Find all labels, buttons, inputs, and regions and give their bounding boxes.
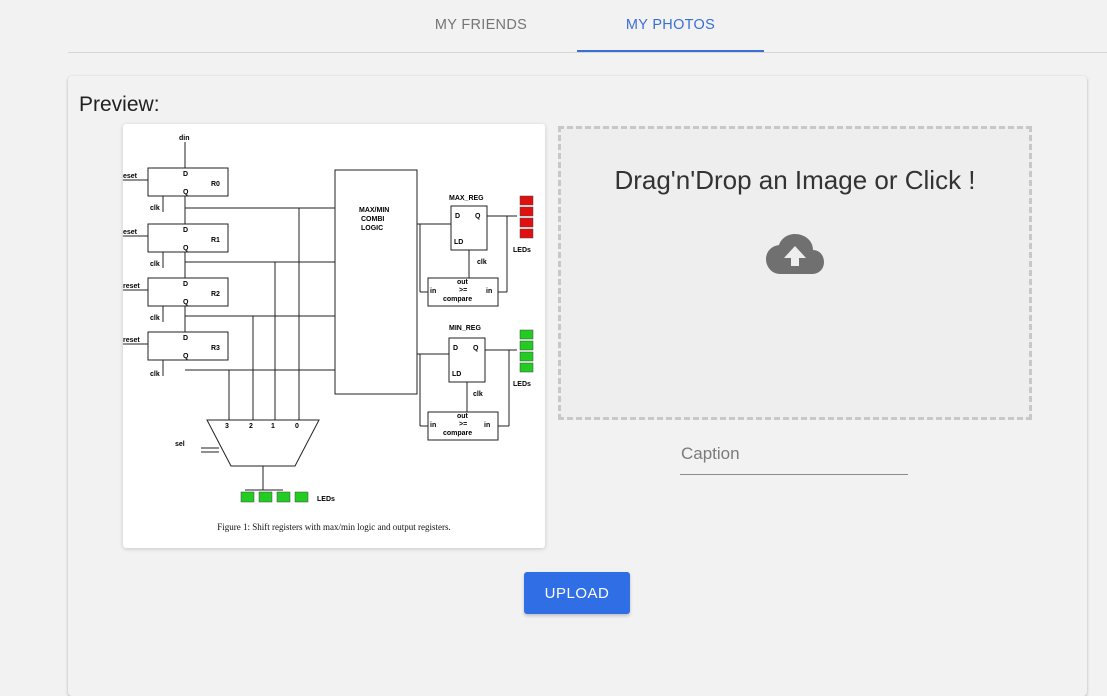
image-dropzone[interactable]: Drag'n'Drop an Image or Click ! (558, 126, 1032, 420)
caption-placeholder: Caption (681, 444, 740, 463)
svg-text:D: D (455, 213, 460, 220)
svg-text:LEDs: LEDs (513, 247, 531, 254)
svg-text:LEDs: LEDs (513, 381, 531, 388)
svg-text:D: D (453, 345, 458, 352)
svg-text:clk: clk (150, 371, 160, 378)
svg-text:clk: clk (150, 261, 160, 268)
svg-text:>=: >= (459, 421, 467, 428)
svg-text:out: out (457, 279, 469, 286)
svg-text:Q: Q (183, 189, 189, 196)
preview-image: din eset D Q R0 clk eset D Q R1 clk rese… (123, 124, 545, 548)
preview-title: Preview: (79, 93, 160, 116)
svg-text:0: 0 (295, 423, 299, 430)
svg-text:R2: R2 (211, 291, 220, 298)
tab-my-photos[interactable]: MY PHOTOS (577, 0, 764, 52)
svg-text:out: out (457, 413, 469, 420)
svg-text:>=: >= (459, 287, 467, 294)
svg-text:Q: Q (475, 213, 481, 220)
svg-text:compare: compare (443, 296, 472, 303)
svg-text:din: din (179, 135, 190, 142)
svg-text:in: in (486, 288, 492, 295)
svg-text:D: D (183, 281, 188, 288)
svg-text:clk: clk (477, 259, 487, 266)
tab-my-friends[interactable]: MY FRIENDS (406, 0, 556, 50)
svg-text:reset: reset (123, 337, 140, 344)
upload-button[interactable]: UPLOAD (524, 572, 630, 614)
svg-text:R1: R1 (211, 237, 220, 244)
svg-text:3: 3 (225, 423, 229, 430)
led-indicators (240, 195, 534, 503)
svg-text:D: D (183, 335, 188, 342)
svg-text:compare: compare (443, 430, 472, 437)
svg-text:clk: clk (473, 391, 483, 398)
cloud-upload-icon (766, 234, 824, 274)
svg-text:MIN_REG: MIN_REG (449, 325, 481, 332)
svg-text:LD: LD (452, 371, 461, 378)
svg-text:R0: R0 (211, 181, 220, 188)
circuit-labels: din eset D Q R0 clk eset D Q R1 clk rese… (123, 135, 531, 503)
svg-text:D: D (183, 227, 188, 234)
svg-text:LD: LD (454, 239, 463, 246)
svg-text:MAX_REG: MAX_REG (449, 195, 484, 202)
svg-text:clk: clk (150, 205, 160, 212)
caption-input[interactable]: Caption (680, 438, 908, 475)
active-tab-indicator (577, 50, 764, 52)
svg-text:in: in (430, 422, 436, 429)
svg-text:COMBI: COMBI (361, 216, 384, 223)
svg-text:Q: Q (183, 245, 189, 252)
tab-my-photos-label: MY PHOTOS (625, 17, 716, 33)
svg-text:LOGIC: LOGIC (361, 225, 383, 232)
svg-text:Q: Q (183, 353, 189, 360)
svg-text:sel: sel (175, 441, 185, 448)
svg-text:in: in (484, 422, 490, 429)
svg-text:eset: eset (123, 173, 138, 180)
svg-text:Q: Q (183, 299, 189, 306)
upload-card: Preview: din eset D Q R0 clk eset D Q R1… (68, 76, 1087, 696)
svg-text:in: in (430, 288, 436, 295)
svg-text:reset: reset (123, 283, 140, 290)
svg-text:MAX/MIN: MAX/MIN (359, 207, 389, 214)
svg-text:Q: Q (473, 345, 479, 352)
svg-text:D: D (183, 171, 188, 178)
svg-text:clk: clk (150, 315, 160, 322)
svg-text:1: 1 (271, 423, 275, 430)
svg-text:2: 2 (249, 423, 253, 430)
dropzone-instruction: Drag'n'Drop an Image or Click ! (614, 165, 976, 195)
top-nav: MY FRIENDS MY PHOTOS (68, 0, 1107, 53)
svg-text:eset: eset (123, 229, 138, 236)
figure-caption: Figure 1: Shift registers with max/min l… (217, 522, 450, 532)
svg-text:LEDs: LEDs (317, 496, 335, 503)
svg-text:R3: R3 (211, 345, 220, 352)
